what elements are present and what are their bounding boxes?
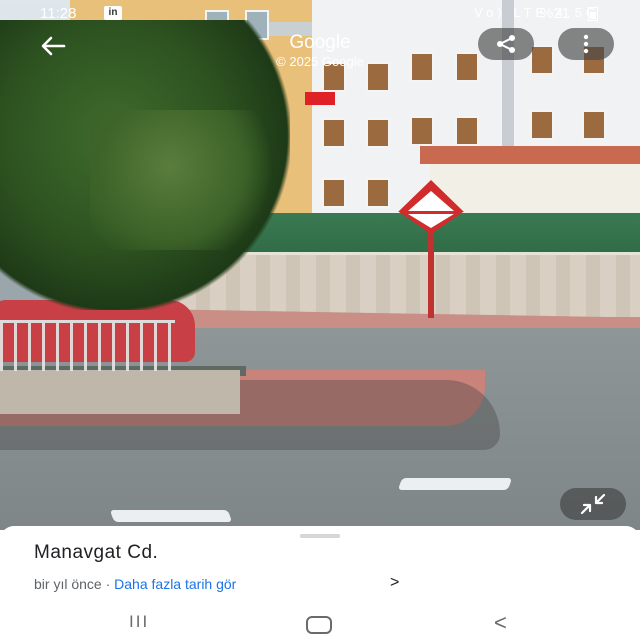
turkish-flag	[305, 92, 335, 105]
network-icons: Vo) LTE 4.5G	[474, 5, 600, 20]
corner-wall	[0, 370, 240, 414]
navigation-arrow[interactable]	[397, 478, 513, 490]
status-bar: 11:28 in Vo) LTE 4.5G %21	[0, 0, 640, 26]
page-title: Google	[289, 32, 351, 53]
window	[366, 118, 390, 148]
system-back-button[interactable]: <	[494, 610, 507, 636]
window	[322, 178, 346, 208]
navigation-arrow[interactable]	[109, 510, 233, 522]
railing	[0, 320, 175, 371]
tree-foliage	[90, 110, 290, 250]
collapse-arrows-icon	[580, 493, 606, 515]
window	[530, 110, 554, 140]
date-row: bir yıl önce · Daha fazla tarih gör	[34, 576, 236, 592]
street-view-top-bar: Google © 2025 Google	[0, 26, 640, 76]
place-info-card[interactable]: Manavgat Cd. bir yıl önce · Daha fazla t…	[0, 526, 640, 640]
sign-inner	[408, 191, 454, 211]
window	[582, 110, 606, 140]
separator-dot: ·	[105, 576, 111, 592]
battery-level: %21	[540, 5, 571, 22]
drag-handle[interactable]	[300, 534, 340, 538]
system-nav-bar: III <	[0, 610, 640, 640]
more-dates-link[interactable]: Daha fazla tarih gör	[114, 576, 236, 592]
linkedin-notification-icon: in	[104, 6, 122, 20]
window	[366, 178, 390, 208]
status-time: 11:28	[40, 5, 77, 22]
annex-roof	[420, 146, 640, 164]
sign-inner	[408, 214, 454, 228]
place-name: Manavgat Cd.	[34, 542, 159, 563]
recent-apps-button[interactable]: III	[129, 612, 149, 632]
window	[455, 116, 479, 146]
sign-pole	[428, 230, 434, 318]
copyright-text: © 2025 Google	[276, 54, 364, 69]
chevron-right-icon[interactable]: >	[390, 574, 399, 592]
share-button[interactable]	[478, 28, 534, 60]
street-view-panorama[interactable]	[0, 0, 640, 530]
more-vert-icon	[583, 34, 589, 54]
battery-icon	[588, 7, 598, 21]
share-icon	[497, 35, 515, 53]
more-options-button[interactable]	[558, 28, 614, 60]
capture-date: bir yıl önce	[34, 576, 102, 592]
window	[410, 116, 434, 146]
window	[322, 118, 346, 148]
exit-fullscreen-button[interactable]	[560, 488, 626, 520]
home-button[interactable]	[306, 616, 332, 634]
